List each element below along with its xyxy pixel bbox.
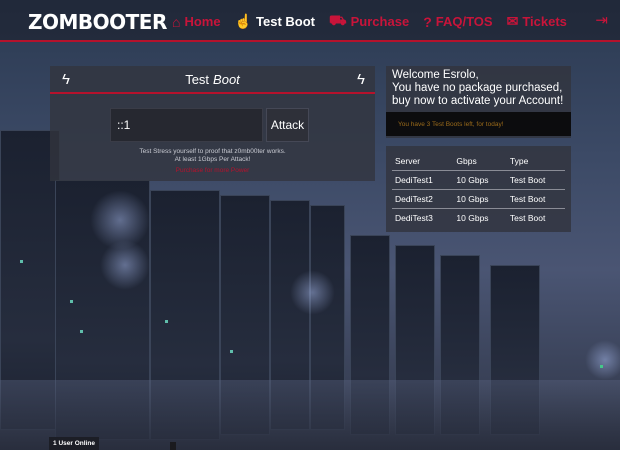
test-boot-info: Test Stress yourself to proof that z0mb0… — [50, 148, 375, 164]
home-icon: ⌂ — [172, 13, 181, 30]
table-row: DediTest1 10 Gbps Test Boot — [392, 170, 565, 190]
users-online-badge: 1 User Online — [49, 437, 99, 450]
nav-tickets[interactable]: ✉ Tickets — [507, 13, 567, 30]
logo[interactable]: ZOMBOOTER — [28, 10, 167, 34]
test-boot-title-plain: Test — [185, 71, 210, 87]
server-cell: DediTest3 — [395, 213, 433, 223]
nav-faq-tos-label: FAQ/TOS — [435, 14, 493, 29]
gbps-cell: 10 Gbps — [453, 170, 507, 190]
test-boot-header: ϟ Test Boot ϟ — [50, 66, 375, 94]
scroll-marker — [170, 442, 176, 450]
welcome-text: Welcome Esrolo, You have no package purc… — [386, 66, 571, 108]
lightning-icon: ϟ — [357, 71, 365, 88]
server-table: Server Gbps Type DediTest1 10 Gbps Test … — [392, 152, 565, 227]
nav-purchase-label: Purchase — [350, 14, 410, 29]
column-header: Server — [392, 152, 454, 171]
top-navbar: ZOMBOOTER ⌂ Home ☝ Test Boot ⛟ Purchase … — [0, 0, 620, 42]
nav-test-boot-label: Test Boot — [256, 14, 316, 29]
lightning-icon: ϟ — [62, 71, 70, 88]
info-line-1: Test Stress yourself to proof that z0mb0… — [139, 148, 286, 155]
column-header: Gbps — [453, 152, 507, 171]
target-input[interactable] — [110, 108, 263, 142]
attack-button[interactable]: Attack — [266, 108, 309, 142]
cart-icon: ⛟ — [329, 12, 347, 28]
column-header: Type — [506, 152, 565, 171]
type-cell: Test Boot — [506, 189, 565, 209]
type-cell: Test Boot — [506, 170, 565, 190]
server-cell: DediTest2 — [392, 189, 454, 209]
test-boot-title: Test Boot — [185, 72, 240, 87]
gbps-cell: 10 Gbps — [453, 189, 507, 209]
nav-faq-tos[interactable]: ? FAQ/TOS — [423, 14, 492, 30]
sign-out-icon[interactable]: ⇥ — [595, 11, 608, 29]
welcome-panel: Welcome Esrolo, You have no package purc… — [386, 66, 571, 138]
table-row: DediTest3 10 Gbps Test Boot — [392, 209, 565, 228]
gbps-cell: 10 Gbps — [456, 213, 489, 223]
nav-home-label: Home — [184, 14, 221, 29]
nav-purchase[interactable]: ⛟ Purchase — [329, 12, 409, 31]
nav-tickets-label: Tickets — [522, 14, 567, 29]
welcome-line-2: You have no package purchased, — [392, 82, 563, 94]
welcome-line-3: buy now to activate your Account! — [392, 95, 564, 107]
server-cell: DediTest1 — [392, 170, 454, 190]
main-nav: ⌂ Home ☝ Test Boot ⛟ Purchase ? FAQ/TOS … — [172, 12, 581, 31]
hand-pointer-icon: ☝ — [234, 13, 253, 29]
info-line-2: At least 1Gbps Per Attack! — [174, 156, 251, 163]
question-circle-icon: ? — [423, 13, 432, 30]
nav-test-boot[interactable]: ☝ Test Boot — [235, 13, 315, 30]
nav-home[interactable]: ⌂ Home — [172, 14, 221, 30]
type-cell: Test Boot — [509, 213, 546, 223]
boots-left-notice: You have 3 Test Boots left, for today! — [386, 112, 571, 136]
test-boot-title-italic: Boot — [213, 71, 240, 87]
purchase-more-link[interactable]: Purchase for more Power — [50, 167, 375, 174]
ticket-icon: ✉ — [506, 13, 519, 29]
attack-form: Attack — [110, 108, 309, 142]
table-row: DediTest2 10 Gbps Test Boot — [392, 189, 565, 209]
test-boot-panel: ϟ TestBoot ϟ Attack Test Stress yourself… — [50, 66, 375, 181]
table-header-row: Server Gbps Type — [392, 152, 565, 171]
server-table-panel: Server Gbps Type DediTest1 10 Gbps Test … — [386, 146, 571, 232]
welcome-line-1: Welcome Esrolo, — [392, 69, 479, 81]
